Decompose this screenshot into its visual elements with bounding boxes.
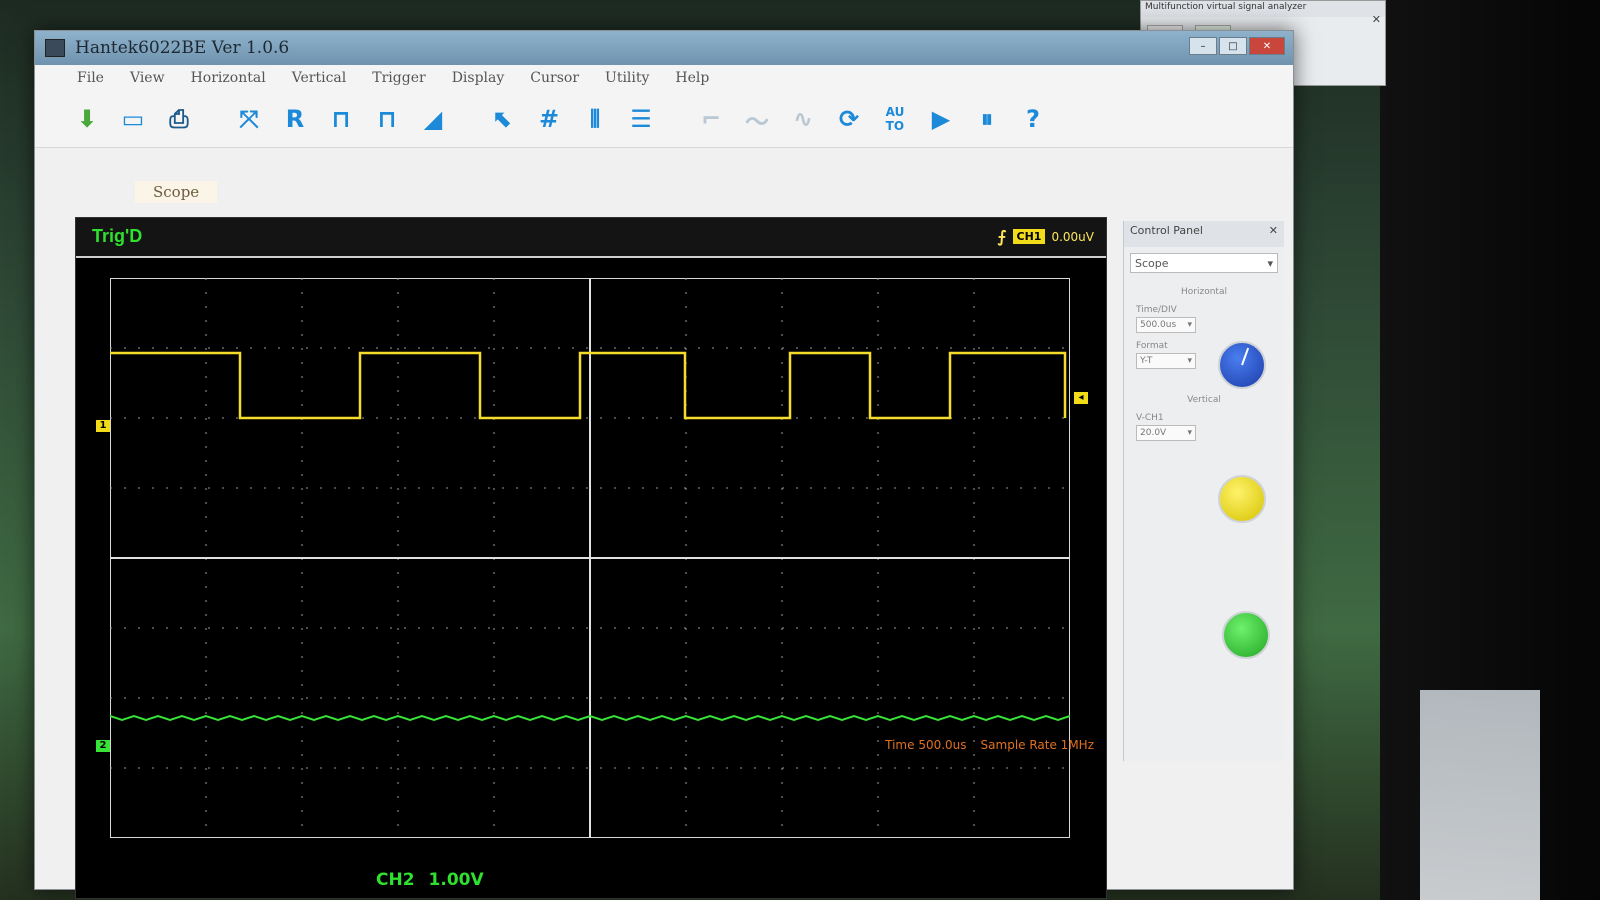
print-icon[interactable]: ⎙ [161, 101, 197, 137]
scope-grid [110, 278, 1070, 838]
close-icon[interactable]: ✕ [1372, 13, 1381, 26]
refresh-icon[interactable]: ⟳ [831, 101, 867, 137]
monitor-reflection [1420, 690, 1540, 900]
trigger-info: ⨍ CH1 0.00uV [998, 227, 1094, 246]
menu-utility[interactable]: Utility [605, 70, 649, 86]
tab-scope[interactable]: Scope [135, 181, 218, 203]
app-icon [45, 39, 65, 57]
ch1-volts-select[interactable]: 20.0V ▾ [1136, 425, 1196, 441]
format-label: Format [1136, 341, 1168, 351]
time-div-knob[interactable] [1218, 341, 1266, 389]
vertical-header: Vertical [1187, 395, 1221, 405]
chevron-down-icon: ▾ [1187, 320, 1192, 330]
time-div-select[interactable]: 500.0us ▾ [1136, 317, 1196, 333]
autoset-icon[interactable]: ⤧ [231, 101, 267, 137]
menu-view[interactable]: View [130, 70, 165, 86]
mode-select[interactable]: Scope ▾ [1130, 253, 1278, 273]
time-div-label: Time/DIV [1136, 305, 1177, 315]
open-icon[interactable]: ⬇ [69, 101, 105, 137]
pulse-icon[interactable]: ⊓ [323, 101, 359, 137]
title-bar[interactable]: Hantek6022BE Ver 1.0.6 – □ ✕ [35, 31, 1293, 65]
menu-help[interactable]: Help [675, 70, 709, 86]
menu-vertical[interactable]: Vertical [292, 70, 347, 86]
trigger-status: Trig'D [92, 226, 143, 246]
ch2-ground-marker[interactable]: 2 [96, 740, 110, 752]
close-button[interactable]: ✕ [1249, 37, 1285, 55]
toolbar: ⬇ ▭ ⎙ ⤧ R ⊓ ⊓ ◢ ⬉ # ⦀ ☰ ⌐ 〜 ∿ ⟳ AU TO ▶ ⏸… [35, 91, 1293, 148]
menu-display[interactable]: Display [452, 70, 505, 86]
scope-display: Trig'D ⨍ CH1 0.00uV 1 2 ◂ Time 500.0us S… [75, 217, 1107, 899]
waveform-area[interactable] [110, 278, 1070, 838]
pause-icon[interactable]: ⏸ [969, 101, 1005, 137]
trigger-channel: CH1 [1012, 229, 1046, 244]
pulse2-icon[interactable]: ⊓ [369, 101, 405, 137]
chevron-down-icon: ▾ [1187, 356, 1192, 366]
save-icon[interactable]: ▭ [115, 101, 151, 137]
sine-icon[interactable]: ∿ [785, 101, 821, 137]
horizontal-cursor-icon[interactable]: ☰ [623, 101, 659, 137]
wave-icon[interactable]: 〜 [739, 101, 775, 137]
menu-file[interactable]: File [77, 70, 104, 86]
window-title: Hantek6022BE Ver 1.0.6 [75, 38, 290, 58]
menu-trigger[interactable]: Trigger [372, 70, 425, 86]
timebase: Time 500.0us [885, 738, 967, 752]
auto-icon[interactable]: AU TO [877, 101, 913, 137]
ch1-volts-knob[interactable] [1218, 475, 1266, 523]
control-panel: Control Panel ✕ Scope ▾ Horizontal Time/D… [1123, 221, 1284, 761]
run-icon[interactable]: ▶ [923, 101, 959, 137]
scope-status-bar: Trig'D ⨍ CH1 0.00uV [76, 218, 1106, 258]
signal-analyzer-title: Multifunction virtual signal analyzer [1141, 1, 1385, 17]
ch2-scale: 1.00V [428, 870, 484, 890]
menu-cursor[interactable]: Cursor [530, 70, 579, 86]
vertical-cursor-icon[interactable]: ⦀ [577, 101, 613, 137]
minimize-button[interactable]: – [1189, 37, 1217, 55]
channel-scale-info: CH2 1.00V [376, 870, 484, 890]
panel-close-icon[interactable]: ✕ [1269, 224, 1278, 244]
trigger-level-marker[interactable]: ◂ [1074, 392, 1088, 404]
menu-bar: File View Horizontal Vertical Trigger Di… [35, 65, 1293, 91]
timebase-info: Time 500.0us Sample Rate 1MHz [885, 738, 1094, 752]
trigger-level: 0.00uV [1051, 229, 1094, 244]
menu-horizontal[interactable]: Horizontal [191, 70, 266, 86]
hantek-window: Hantek6022BE Ver 1.0.6 – □ ✕ File View H… [34, 30, 1294, 899]
control-panel-header: Control Panel ✕ [1124, 221, 1284, 247]
help-icon[interactable]: ? [1015, 101, 1051, 137]
sample-rate: Sample Rate 1MHz [980, 738, 1094, 752]
ch1-ground-marker[interactable]: 1 [96, 420, 110, 432]
rising-edge-icon: ⨍ [997, 227, 1007, 246]
grid-icon[interactable]: # [531, 101, 567, 137]
chevron-down-icon: ▾ [1267, 256, 1273, 270]
maximize-button[interactable]: □ [1219, 37, 1247, 55]
chevron-down-icon: ▾ [1187, 428, 1192, 438]
select-icon[interactable]: ⬉ [485, 101, 521, 137]
ramp-icon[interactable]: ◢ [415, 101, 451, 137]
ch2-volts-knob[interactable] [1222, 611, 1270, 659]
format-select[interactable]: Y-T ▾ [1136, 353, 1196, 369]
horizontal-header: Horizontal [1181, 287, 1227, 297]
ch1-label: V-CH1 [1136, 413, 1164, 423]
step-icon[interactable]: ⌐ [693, 101, 729, 137]
control-panel-title: Control Panel [1130, 224, 1203, 237]
reset-icon[interactable]: R [277, 101, 313, 137]
ch2-label: CH2 [376, 870, 415, 890]
